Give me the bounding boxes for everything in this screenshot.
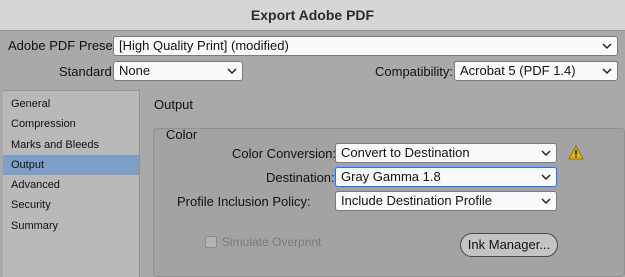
standard-select[interactable]: None <box>113 61 243 81</box>
chevron-down-icon <box>541 174 551 181</box>
sidebar-item-marks-and-bleeds[interactable]: Marks and Bleeds <box>3 135 139 155</box>
warning-triangle-icon <box>568 145 584 160</box>
simulate-overprint-label: Simulate Overprint <box>222 235 322 249</box>
sidebar-item-general[interactable]: General <box>3 94 139 114</box>
compatibility-select[interactable]: Acrobat 5 (PDF 1.4) <box>454 61 618 81</box>
color-conversion-select[interactable]: Convert to Destination <box>335 143 557 163</box>
simulate-overprint-checkbox[interactable] <box>205 236 217 248</box>
preset-label: Adobe PDF Preset: <box>8 38 120 53</box>
ink-manager-button[interactable]: Ink Manager... <box>460 233 558 257</box>
destination-label: Destination: <box>266 170 335 185</box>
chevron-down-icon <box>227 68 237 75</box>
profile-inclusion-select[interactable]: Include Destination Profile <box>335 191 557 211</box>
profile-inclusion-value: Include Destination Profile <box>341 193 493 208</box>
chevron-down-icon <box>602 68 612 75</box>
standard-value: None <box>119 63 151 78</box>
compatibility-label: Compatibility: <box>375 64 454 79</box>
chevron-down-icon <box>541 150 551 157</box>
window-title: Export Adobe PDF <box>250 7 375 23</box>
chevron-down-icon <box>541 198 551 205</box>
preset-select[interactable]: [High Quality Print] (modified) <box>113 36 618 56</box>
simulate-overprint[interactable]: Simulate Overprint <box>205 235 321 249</box>
compatibility-value: Acrobat 5 (PDF 1.4) <box>460 63 576 78</box>
destination-value: Gray Gamma 1.8 <box>341 169 441 184</box>
panel-title: Output <box>154 97 194 112</box>
sidebar-item-security[interactable]: Security <box>3 195 139 215</box>
color-conversion-label: Color Conversion: <box>232 146 337 161</box>
sidebar-item-output[interactable]: Output <box>3 154 139 176</box>
color-group-title: Color <box>166 127 198 142</box>
color-conversion-value: Convert to Destination <box>341 145 470 160</box>
profile-inclusion-label: Profile Inclusion Policy: <box>177 194 311 209</box>
title-bar: Export Adobe PDF <box>0 0 625 31</box>
standard-label: Standard: <box>59 64 116 79</box>
chevron-down-icon <box>602 43 612 50</box>
sidebar: General Compression Marks and Bleeds Out… <box>3 90 140 277</box>
preset-value: [High Quality Print] (modified) <box>119 38 289 53</box>
sidebar-item-advanced[interactable]: Advanced <box>3 175 139 195</box>
sidebar-item-summary[interactable]: Summary <box>3 216 139 236</box>
destination-select[interactable]: Gray Gamma 1.8 <box>335 167 557 187</box>
sidebar-item-compression[interactable]: Compression <box>3 114 139 134</box>
